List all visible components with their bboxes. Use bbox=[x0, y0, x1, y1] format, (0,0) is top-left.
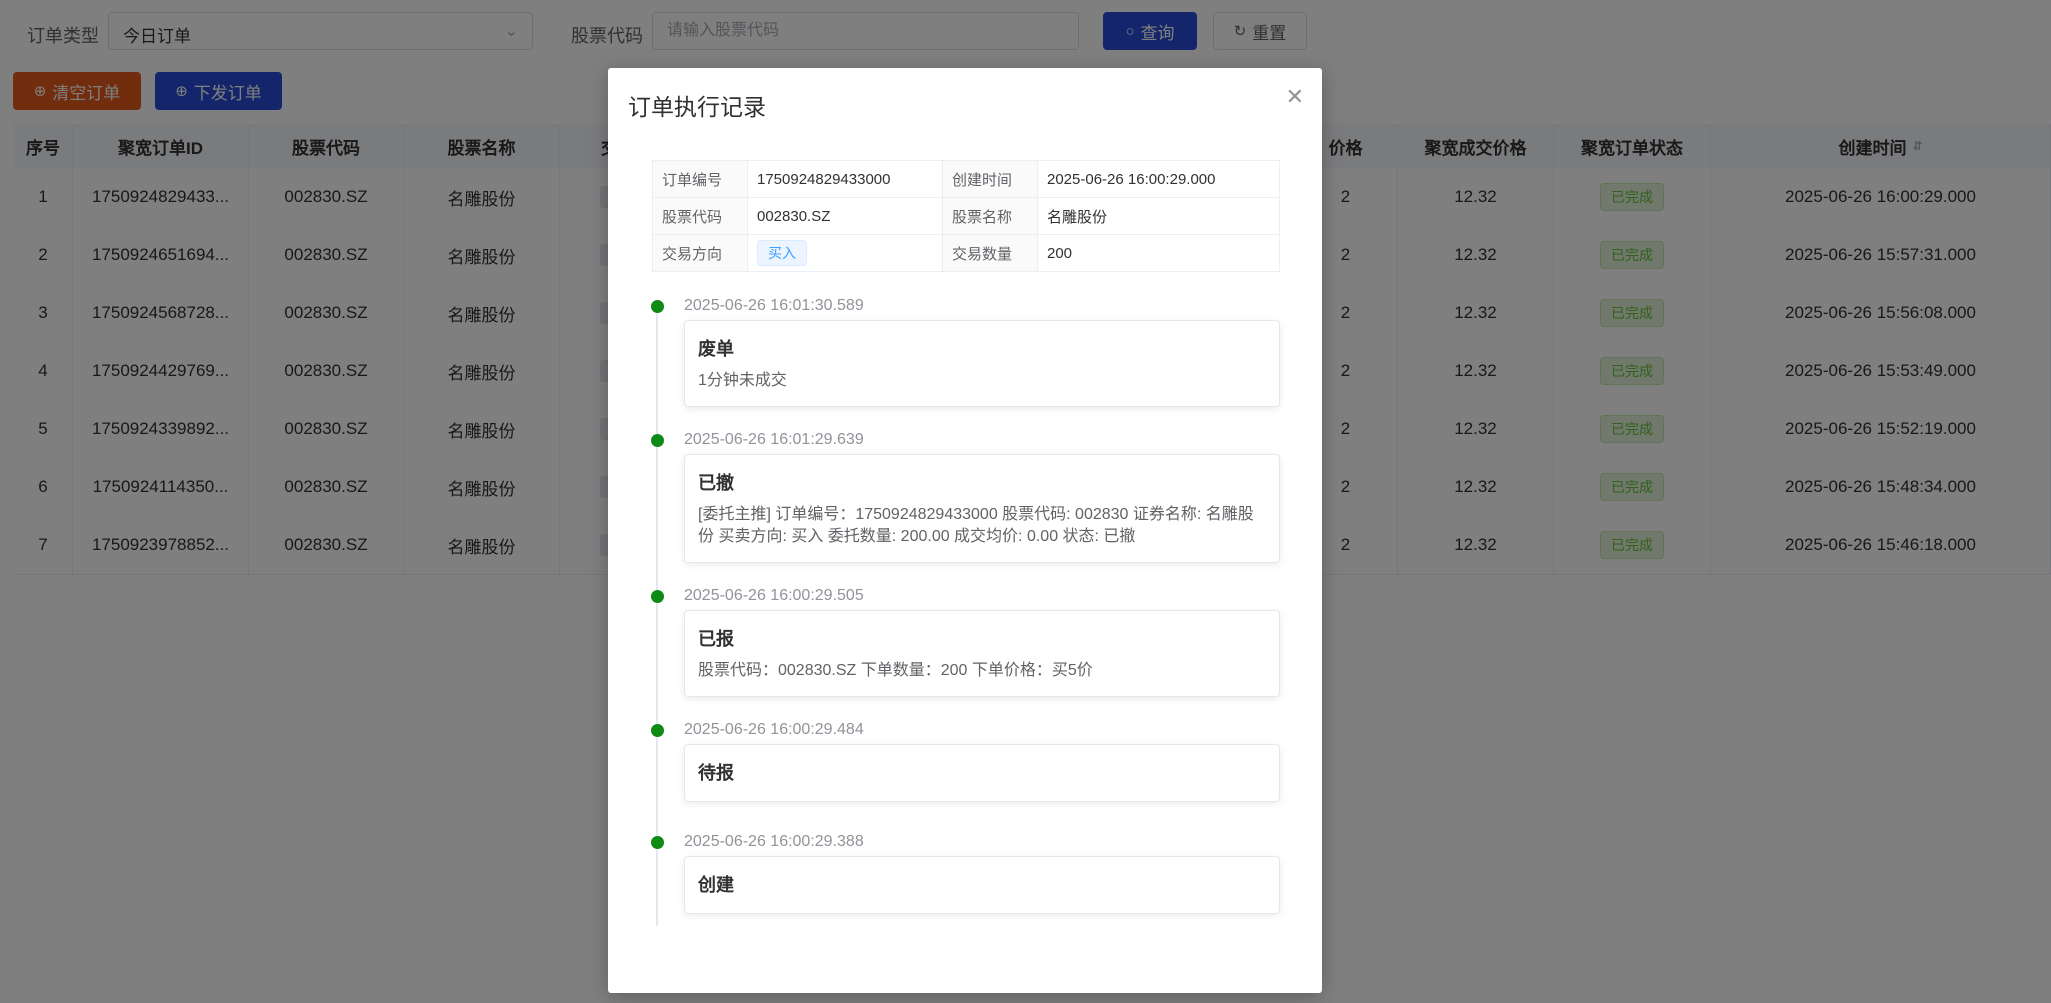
timeline-card: 待报 bbox=[684, 744, 1280, 802]
timeline-time: 2025-06-26 16:01:29.639 bbox=[684, 431, 864, 448]
order-info-table: 订单编号 1750924829433000 创建时间 2025-06-26 16… bbox=[652, 160, 1280, 272]
timeline-description: [委托主推] 订单编号：1750924829433000 股票代码: 00283… bbox=[698, 506, 1254, 545]
timeline-time: 2025-06-26 16:00:29.388 bbox=[684, 833, 864, 850]
timeline-dot-icon bbox=[651, 836, 664, 849]
timeline-card: 废单 1分钟未成交 bbox=[684, 320, 1280, 407]
timeline-time: 2025-06-26 16:00:29.505 bbox=[684, 587, 864, 604]
dialog-title: 订单执行记录 bbox=[628, 94, 766, 120]
timeline-title: 待报 bbox=[698, 763, 734, 783]
created-value: 2025-06-26 16:00:29.000 bbox=[1037, 160, 1280, 198]
timeline-card: 创建 bbox=[684, 856, 1280, 914]
created-label: 创建时间 bbox=[942, 160, 1038, 198]
timeline-card: 已撤 [委托主推] 订单编号：1750924829433000 股票代码: 002… bbox=[684, 454, 1280, 563]
order-no-label: 订单编号 bbox=[652, 160, 748, 198]
timeline-description: 股票代码：002830.SZ 下单数量：200 下单价格：买5价 bbox=[698, 662, 1093, 679]
direction-tag: 买入 bbox=[757, 240, 807, 266]
name-label: 股票名称 bbox=[942, 197, 1038, 235]
timeline-title: 废单 bbox=[698, 339, 734, 359]
timeline-description: 1分钟未成交 bbox=[698, 372, 787, 389]
timeline-time: 2025-06-26 16:00:29.484 bbox=[684, 721, 864, 738]
qty-value: 200 bbox=[1037, 234, 1280, 272]
timeline-card: 已报股票代码：002830.SZ 下单数量：200 下单价格：买5价 bbox=[684, 610, 1280, 697]
close-icon[interactable]: ✕ bbox=[1286, 84, 1304, 110]
timeline-title: 已撤 bbox=[698, 473, 734, 493]
timeline-line bbox=[656, 306, 658, 926]
timeline-dot-icon bbox=[651, 724, 664, 737]
timeline-title: 创建 bbox=[698, 875, 734, 895]
timeline-title: 已报 bbox=[698, 629, 734, 649]
timeline-dot-icon bbox=[651, 300, 664, 313]
timeline-dot-icon bbox=[651, 434, 664, 447]
timeline-time: 2025-06-26 16:01:30.589 bbox=[684, 297, 864, 314]
name-value: 名雕股份 bbox=[1037, 197, 1280, 235]
order-execution-dialog: 订单执行记录 ✕ 订单编号 1750924829433000 创建时间 2025… bbox=[608, 68, 1322, 993]
direction-cell: 买入 bbox=[747, 234, 943, 272]
code-label: 股票代码 bbox=[652, 197, 748, 235]
timeline-dot-icon bbox=[651, 590, 664, 603]
code-value: 002830.SZ bbox=[747, 197, 943, 235]
order-page: 订单类型 今日订单 ⌄ 股票代码 ○ 查询 ↻ 重置 ⊕ 清空订单 ⊕ 下发订单… bbox=[0, 0, 2051, 1003]
direction-label: 交易方向 bbox=[652, 234, 748, 272]
qty-label: 交易数量 bbox=[942, 234, 1038, 272]
order-no-value: 1750924829433000 bbox=[747, 160, 943, 198]
